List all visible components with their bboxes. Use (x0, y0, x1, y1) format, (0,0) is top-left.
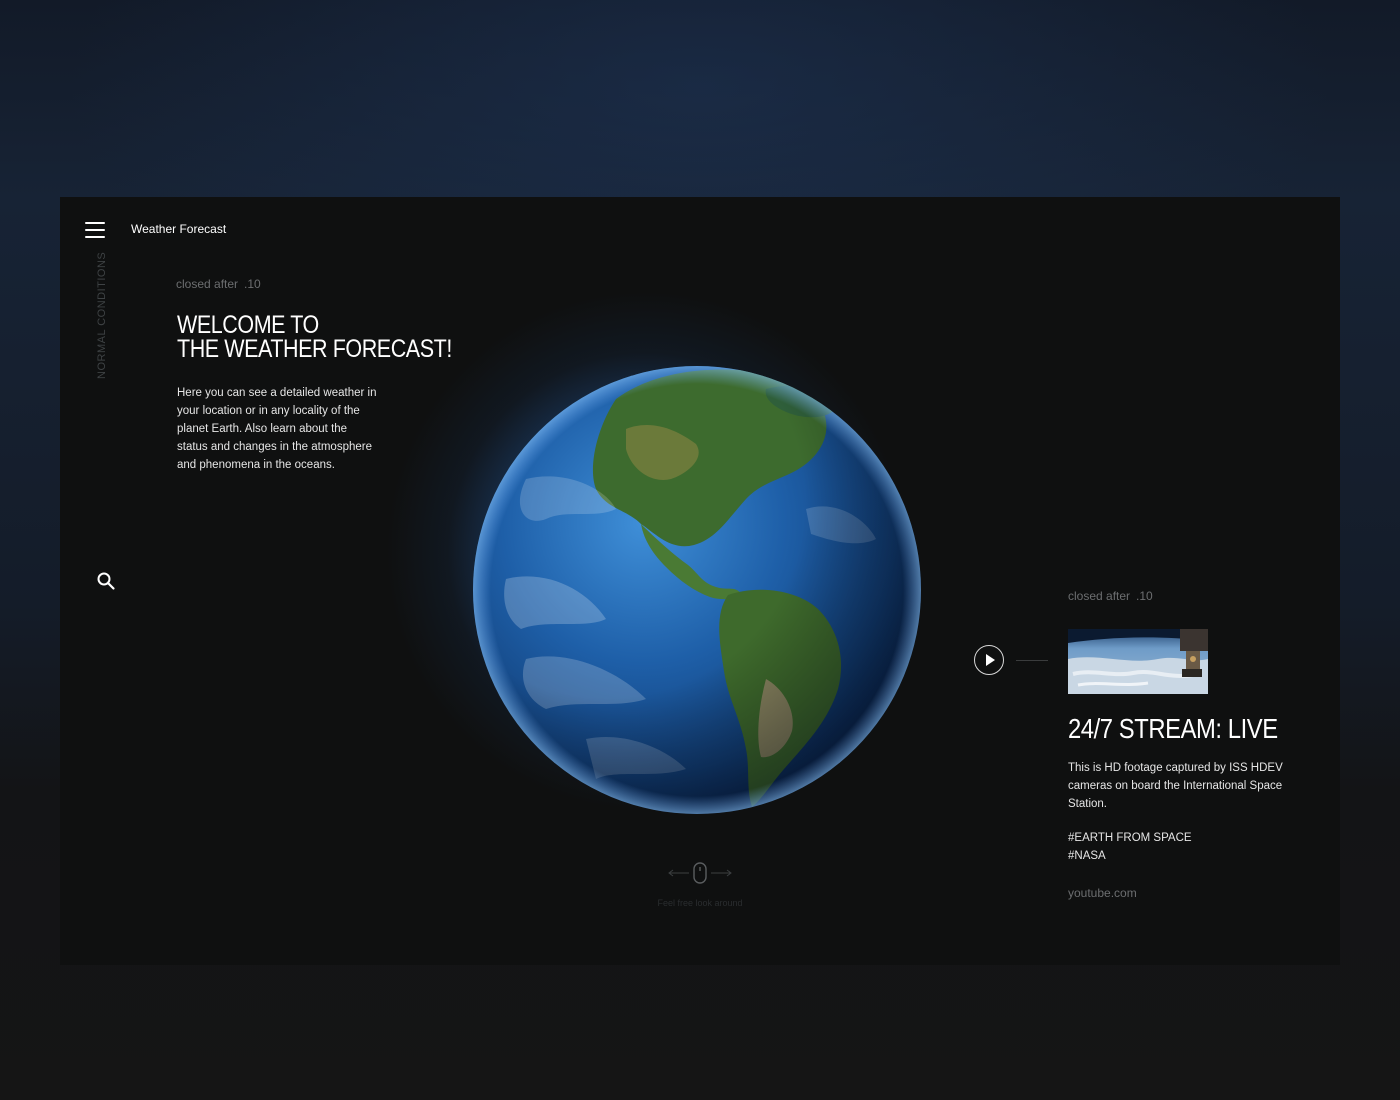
app-title: Weather Forecast (131, 222, 227, 236)
search-icon[interactable] (96, 571, 116, 591)
scroll-hint-text: Feel free look around (657, 898, 743, 908)
welcome-heading-line2: THE WEATHER FORECAST! (177, 335, 452, 363)
iss-earth-from-space-thumbnail[interactable] (1068, 629, 1208, 694)
stream-title: 24/7 STREAM: LIVE (1068, 713, 1278, 744)
mouse-icon (668, 862, 732, 884)
play-icon (986, 654, 995, 666)
hamburger-menu-icon[interactable] (85, 222, 105, 238)
tag-nasa[interactable]: #NASA (1068, 850, 1106, 862)
closed-after-value: .10 (1136, 589, 1153, 603)
earth-globe[interactable] (466, 359, 928, 821)
intro-description: Here you can see a detailed weather in y… (177, 387, 377, 471)
closed-after-label: closed after (176, 277, 239, 291)
closed-after-value: .10 (244, 277, 261, 291)
status-label: NORMAL CONDITIONS (96, 251, 108, 379)
stream-description: This is HD footage captured by ISS HDEV … (1068, 762, 1283, 810)
connector-line (1016, 660, 1048, 661)
app-window: Weather Forecast NORMAL CONDITIONS close… (60, 197, 1340, 965)
source-link[interactable]: youtube.com (1068, 886, 1137, 900)
intro-closed-after: closed after .10 (176, 277, 261, 291)
closed-after-label: closed after (1068, 589, 1131, 603)
stream-closed-after: closed after .10 (1068, 589, 1153, 603)
play-button[interactable] (974, 645, 1004, 675)
welcome-heading: WELCOME TO THE WEATHER FORECAST! (177, 313, 452, 363)
tag-earth-from-space[interactable]: #EARTH FROM SPACE (1068, 832, 1192, 844)
